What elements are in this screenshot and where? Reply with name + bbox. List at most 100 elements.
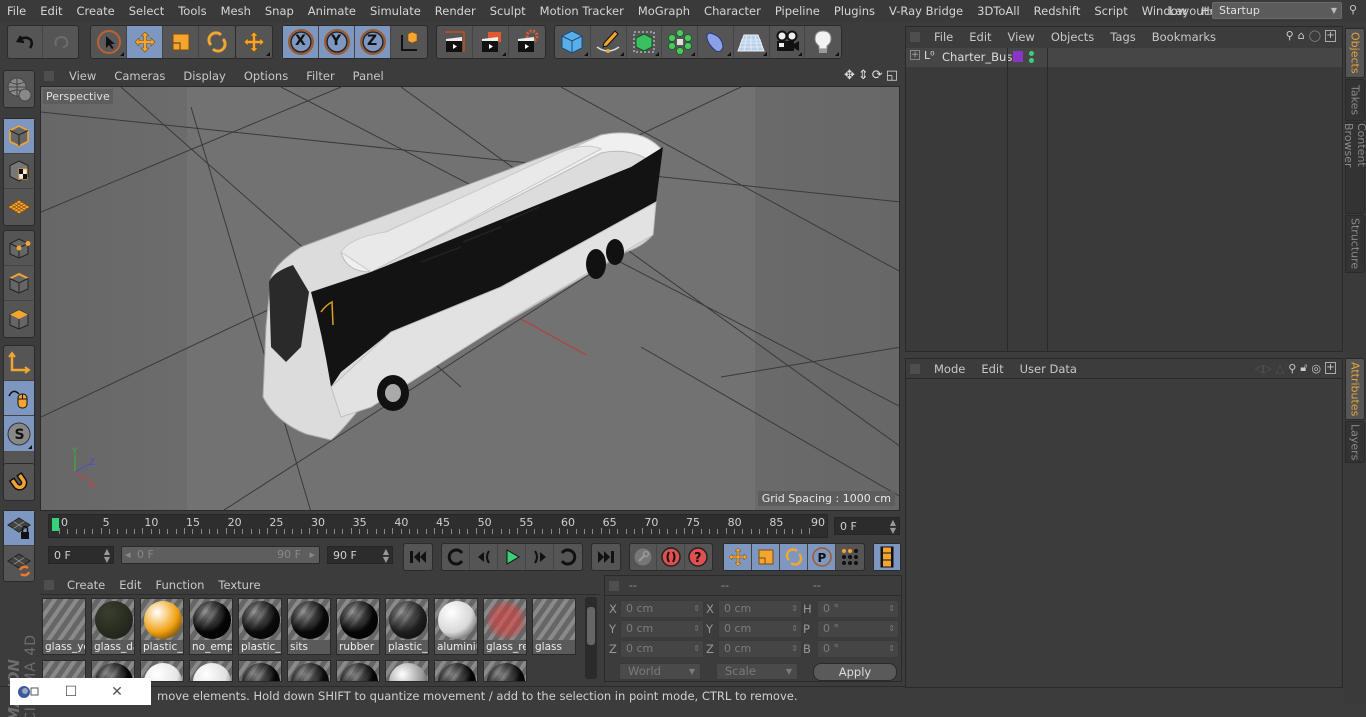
menu-character[interactable]: Character [697, 4, 768, 18]
next-frame-button[interactable] [526, 544, 554, 570]
menu-edit[interactable]: Edit [33, 4, 69, 18]
points-mode-button[interactable] [4, 231, 34, 266]
recent-tool-button[interactable] [236, 26, 272, 58]
viewport-menu-view[interactable]: View [60, 69, 105, 83]
timeline-window-button[interactable] [874, 544, 900, 570]
restore-button[interactable] [10, 685, 48, 699]
menu-motion-tracker[interactable]: Motion Tracker [533, 4, 631, 18]
panel-grip-icon[interactable] [44, 579, 54, 590]
attr-menu-edit[interactable]: Edit [973, 362, 1011, 376]
light-button[interactable] [805, 26, 841, 58]
render-view-button[interactable] [437, 26, 473, 58]
end-frame-field[interactable]: 90 F ▲ ▼ [327, 546, 393, 564]
search-icon[interactable]: ⚲ [1349, 3, 1357, 16]
material-swatch[interactable] [483, 660, 527, 682]
material-menu-texture[interactable]: Texture [211, 578, 267, 592]
material-swatch[interactable]: rubber [336, 598, 380, 655]
play-button[interactable] [498, 544, 526, 570]
transform-mode-dropdown[interactable]: Scale ▼ [716, 663, 798, 680]
panel-grip-icon[interactable] [910, 32, 920, 42]
workplane-mode-button[interactable] [4, 189, 34, 224]
spin-arrows-icon[interactable]: ⇕ [791, 641, 798, 657]
next-key-button[interactable] [554, 544, 582, 570]
material-menu-create[interactable]: Create [60, 578, 112, 592]
solo-mode-button[interactable]: S [4, 416, 34, 451]
spin-arrows-icon[interactable]: ⇕ [693, 601, 700, 617]
spin-arrows-icon[interactable]: ⇕ [888, 641, 895, 657]
preview-range-slider[interactable]: ◂ 0 F 90 F ▸ [121, 546, 320, 564]
obj-menu-objects[interactable]: Objects [1043, 30, 1102, 44]
size-y-field[interactable]: 0 cm ⇕ [718, 620, 802, 638]
menu-mesh[interactable]: Mesh [214, 4, 258, 18]
maximize-button[interactable]: ☐ [48, 684, 94, 700]
material-swatch[interactable]: plastic_y [140, 598, 184, 655]
material-swatch[interactable]: glass_ye [42, 598, 86, 655]
material-swatch[interactable]: aluminiu [434, 598, 478, 655]
menu-file[interactable]: File [0, 4, 33, 18]
material-swatch[interactable]: glass_da [91, 598, 135, 655]
render-settings-button[interactable] [509, 26, 545, 58]
cloner-button[interactable] [662, 26, 698, 58]
cube-button[interactable] [555, 26, 591, 58]
range-right-arrow-icon[interactable]: ▸ [309, 548, 315, 561]
record-active-objects-button[interactable] [630, 544, 658, 570]
workplane-align-button[interactable] [4, 546, 34, 581]
pen-spline-button[interactable] [591, 26, 627, 58]
menu-snap[interactable]: Snap [258, 4, 301, 18]
undo-button[interactable] [8, 26, 44, 58]
material-swatch[interactable]: glass [532, 598, 576, 655]
position-z-field[interactable]: 0 cm ⇕ [620, 640, 704, 658]
make-editable-button[interactable] [4, 71, 34, 107]
search-icon[interactable]: ⚲ [1286, 29, 1294, 42]
material-swatch[interactable] [189, 660, 233, 682]
tab-structure[interactable]: Structure [1345, 215, 1365, 273]
scrollbar-thumb[interactable] [587, 607, 595, 645]
menu-3dtoall[interactable]: 3DToAll [970, 4, 1027, 18]
material-swatch[interactable] [385, 660, 429, 682]
subdivision-surface-button[interactable] [627, 26, 663, 58]
panel-grip-icon[interactable] [910, 363, 920, 374]
obj-menu-file[interactable]: File [926, 30, 961, 44]
material-menu-function[interactable]: Function [149, 578, 212, 592]
new-panel-icon[interactable]: + [1325, 29, 1336, 42]
viewport-menu-panel[interactable]: Panel [344, 69, 393, 83]
tab-content-browser[interactable]: Content Browser [1342, 122, 1366, 214]
obj-menu-edit[interactable]: Edit [961, 30, 999, 44]
deformer-button[interactable] [698, 26, 734, 58]
menu-vray-bridge[interactable]: V-Ray Bridge [882, 4, 970, 18]
obj-menu-tags[interactable]: Tags [1102, 30, 1143, 44]
spin-arrows-icon[interactable]: ⇕ [791, 621, 798, 637]
close-button[interactable]: ✕ [94, 684, 140, 700]
texture-mode-button[interactable] [4, 154, 34, 189]
move-tool-button[interactable] [127, 26, 163, 58]
back-arrow-icon[interactable]: ◁▷ [1255, 362, 1272, 375]
pan-view-icon[interactable]: ✥ [844, 68, 855, 83]
viewport-menu-display[interactable]: Display [174, 69, 234, 83]
menu-render[interactable]: Render [428, 4, 483, 18]
new-panel-icon[interactable]: + [1325, 362, 1336, 374]
timeline-ruler[interactable]: 0 5 10 15 20 25 30 35 40 45 50 55 60 65 70 75 80 85 90 [48, 514, 828, 538]
home-icon[interactable]: ⌂ [1298, 29, 1305, 42]
edges-mode-button[interactable] [4, 266, 34, 301]
spin-arrows-icon[interactable]: ▲ ▼ [104, 547, 110, 564]
menu-tools[interactable]: Tools [171, 4, 213, 18]
obj-menu-view[interactable]: View [1000, 30, 1043, 44]
y-axis-lock-button[interactable]: Y [319, 26, 355, 58]
eye-icon[interactable]: ◯ [1309, 29, 1321, 42]
material-swatch[interactable]: plastic_l [238, 598, 282, 655]
spin-arrows-icon[interactable]: ⇕ [693, 621, 700, 637]
rotation-p-field[interactable]: 0 ° ⇕ [817, 620, 899, 638]
menu-pipeline[interactable]: Pipeline [768, 4, 827, 18]
object-name[interactable]: Charter_Bus [942, 50, 1012, 64]
size-x-field[interactable]: 0 cm ⇕ [718, 600, 802, 618]
current-frame-field[interactable]: 0 F ▲ ▼ [834, 517, 900, 535]
position-y-field[interactable]: 0 cm ⇕ [620, 620, 704, 638]
rotation-b-field[interactable]: 0 ° ⇕ [817, 640, 899, 658]
tab-objects[interactable]: Objects [1345, 28, 1365, 78]
spin-arrows-icon[interactable]: ▲ ▼ [383, 547, 389, 564]
menu-sculpt[interactable]: Sculpt [483, 4, 533, 18]
spin-arrows-icon[interactable]: ⇕ [888, 601, 895, 617]
dolly-view-icon[interactable]: ⇕ [858, 68, 869, 83]
point-level-animation-button[interactable] [836, 544, 864, 570]
material-menu-edit[interactable]: Edit [112, 578, 148, 592]
